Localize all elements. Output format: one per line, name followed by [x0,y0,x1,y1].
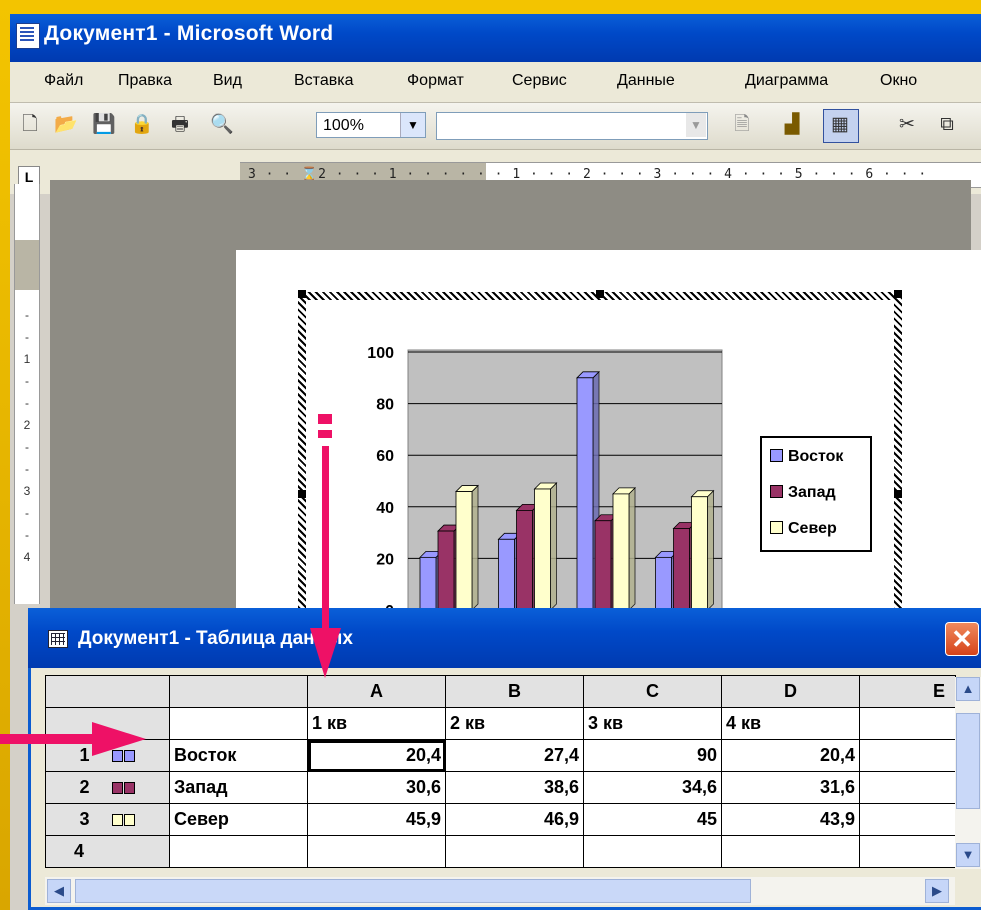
cell[interactable]: 45 [583,803,722,836]
datasheet-title-bar[interactable]: Документ1 - Таблица данных ✕ [28,608,981,668]
legend-item-vostok: Восток [770,448,843,466]
row-number: 3 [79,809,90,829]
row-header[interactable]: 2 [45,771,170,804]
close-button[interactable]: ✕ [945,622,979,656]
resize-handle-tl[interactable] [298,290,306,298]
cell[interactable] [307,835,446,868]
label-column-header[interactable] [169,675,308,708]
cell[interactable]: 20,4 [721,739,860,772]
datasheet-window: Документ1 - Таблица данных ✕ A B C D E 1… [28,608,981,910]
row-header[interactable]: 1 [45,739,170,772]
legend-label-zapad: Запад [788,484,836,501]
horizontal-scroll-thumb[interactable] [75,879,751,903]
scroll-up-icon[interactable]: ▲ [956,677,980,701]
table-row: 1 Восток 20,4 27,4 90 20,4 [45,739,956,772]
column-header-a[interactable]: A [307,675,446,708]
cell[interactable]: 45,9 [307,803,446,836]
cell[interactable]: 90 [583,739,722,772]
series-chip-icon [111,812,136,826]
row-number: 2 [79,777,90,797]
cell[interactable]: Север [169,803,308,836]
cell[interactable]: 46,9 [445,803,584,836]
column-header-row: A B C D E [45,675,956,708]
legend-item-zapad: Запад [770,484,836,502]
table-row: 1 кв 2 кв 3 кв 4 кв [45,707,956,740]
column-header-c[interactable]: C [583,675,722,708]
datasheet-title: Документ1 - Таблица данных [78,628,353,649]
cell[interactable] [859,739,956,772]
table-row: 2 Запад 30,6 38,6 34,6 31,6 [45,771,956,804]
resize-handle-tr[interactable] [894,290,902,298]
cell[interactable] [859,803,956,836]
cell[interactable] [445,835,584,868]
resize-handle-right[interactable] [894,490,902,498]
cell[interactable] [859,707,956,740]
column-header-e[interactable]: E [859,675,956,708]
cell[interactable]: 4 кв [721,707,860,740]
cell[interactable]: 43,9 [721,803,860,836]
cell[interactable]: 27,4 [445,739,584,772]
row-header[interactable]: 3 [45,803,170,836]
cell[interactable] [859,835,956,868]
datasheet-icon [48,630,68,648]
vertical-scroll-thumb[interactable] [956,713,980,809]
scroll-left-icon[interactable]: ◀ [47,879,71,903]
vertical-scrollbar[interactable]: ▲ ▼ [955,677,981,869]
legend-label-sever: Север [788,520,837,537]
legend-item-sever: Север [770,520,837,538]
table-row: 3 Север 45,9 46,9 45 43,9 [45,803,956,836]
row-number: 1 [79,745,90,765]
cell[interactable]: Восток [169,739,308,772]
datasheet-grid: A B C D E 1 кв 2 кв 3 кв 4 кв 1 Восток 2… [45,675,956,868]
scroll-right-icon[interactable]: ▶ [925,879,949,903]
cell[interactable]: 2 кв [445,707,584,740]
column-header-b[interactable]: B [445,675,584,708]
cell[interactable] [721,835,860,868]
cell[interactable] [859,771,956,804]
resize-handle-top[interactable] [596,290,604,298]
cell[interactable]: 34,6 [583,771,722,804]
cell[interactable] [583,835,722,868]
cell-active[interactable]: 20,4 [307,739,446,772]
select-all-corner[interactable] [45,675,170,708]
legend-label-vostok: Восток [788,448,844,465]
cell[interactable]: 30,6 [307,771,446,804]
horizontal-scrollbar[interactable]: ◀ ▶ [45,877,955,905]
row-header[interactable]: 4 [45,835,170,868]
column-header-d[interactable]: D [721,675,860,708]
cell[interactable]: 3 кв [583,707,722,740]
table-row: 4 [45,835,956,868]
series-chip-icon [111,748,136,762]
row-header-empty[interactable] [45,707,170,740]
cell[interactable] [169,707,308,740]
resize-handle-left[interactable] [298,490,306,498]
chart-legend[interactable]: Восток Запад Север [760,436,872,552]
cell[interactable]: 38,6 [445,771,584,804]
cell[interactable]: 31,6 [721,771,860,804]
row-number: 4 [74,841,85,861]
cell[interactable]: 1 кв [307,707,446,740]
scroll-down-icon[interactable]: ▼ [956,843,980,867]
cell[interactable] [169,835,308,868]
series-chip-icon [111,780,136,794]
cell[interactable]: Запад [169,771,308,804]
